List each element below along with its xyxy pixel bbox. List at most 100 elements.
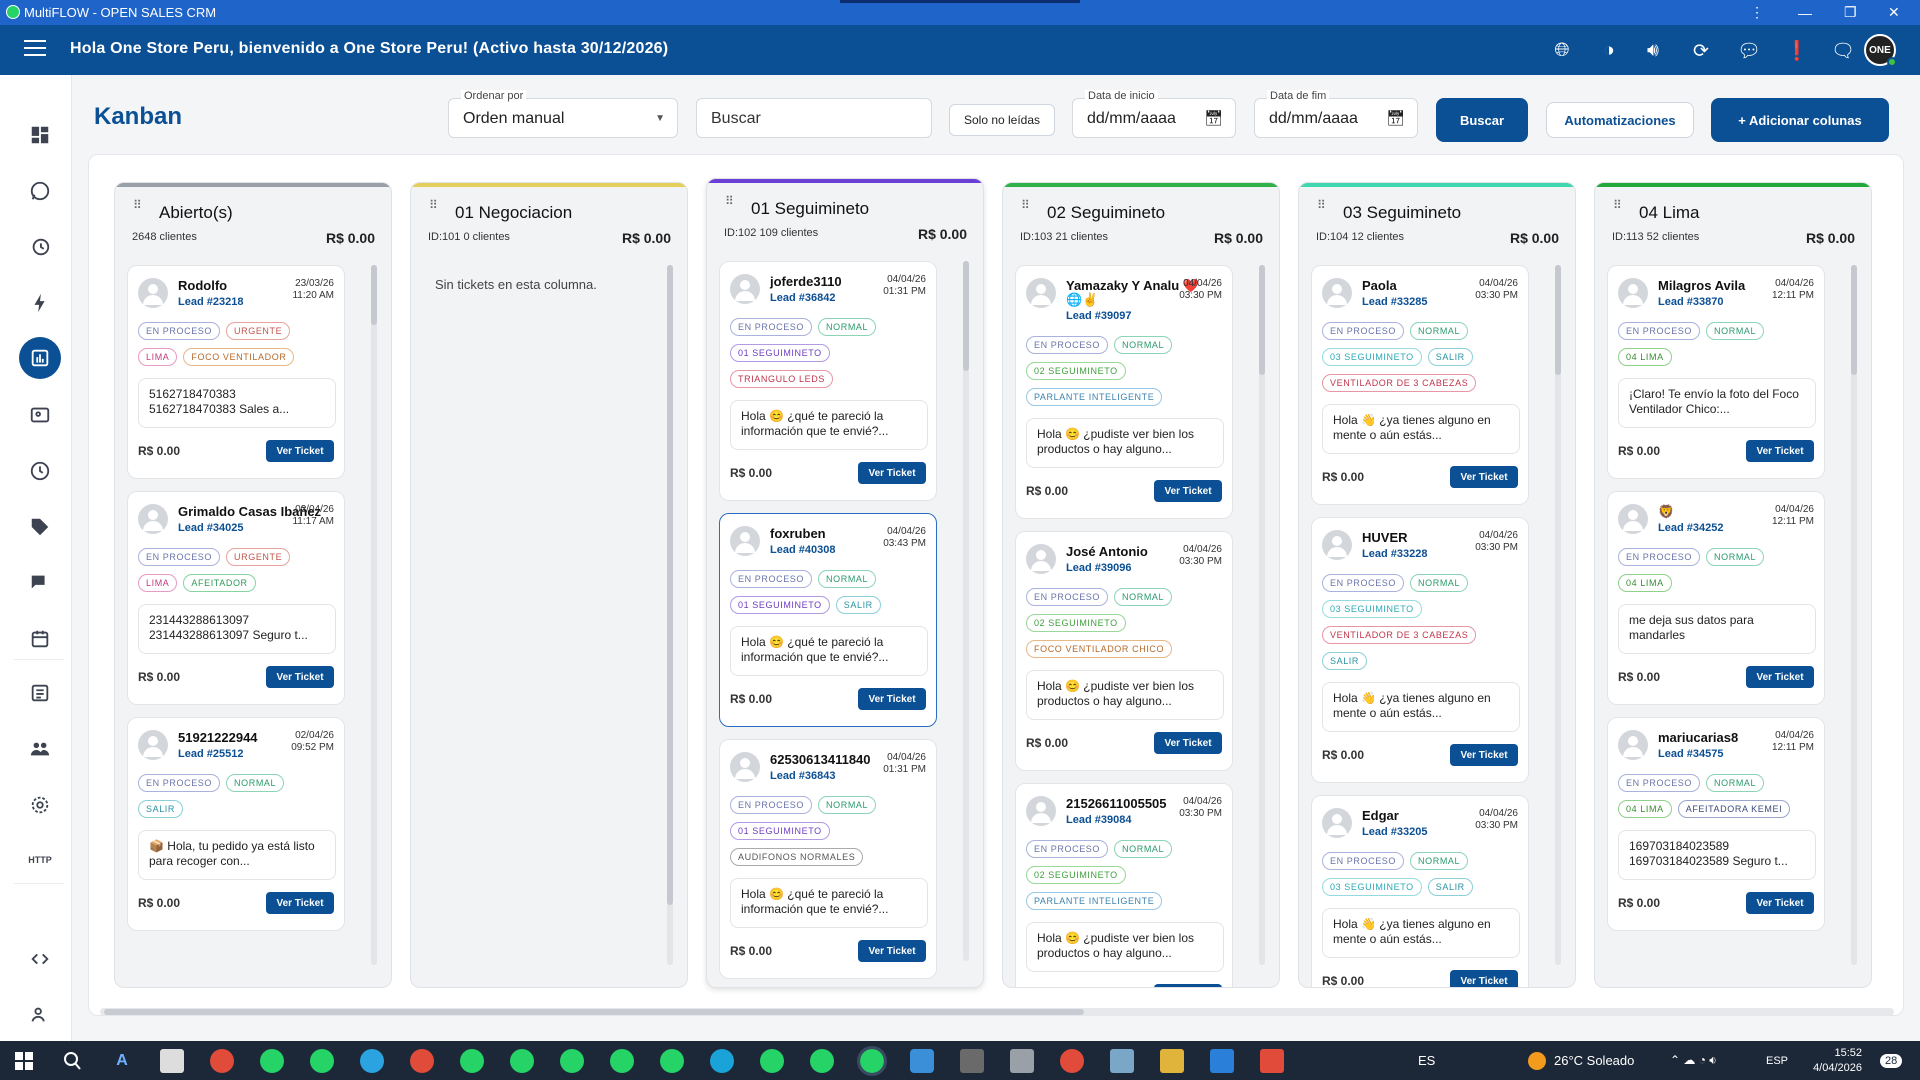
close-button[interactable]: ✕ bbox=[1888, 0, 1900, 25]
ticket-card[interactable]: Milagros Avila Lead #33870 04/04/26 12:11 P… bbox=[1607, 265, 1825, 479]
team-icon[interactable] bbox=[22, 997, 58, 1033]
drag-handle-icon[interactable]: ⠿ bbox=[429, 199, 438, 217]
add-columns-button[interactable]: + Adicionar colunas bbox=[1711, 98, 1889, 142]
ticket-card[interactable]: Paola Lead #33285 04/04/26 03:30 PM EN PROCE… bbox=[1311, 265, 1529, 505]
refresh-icon[interactable]: ⟳ bbox=[1688, 38, 1714, 64]
ver-ticket-button[interactable]: Ver Ticket bbox=[858, 688, 926, 710]
column-scrollbar[interactable] bbox=[1259, 265, 1265, 965]
drag-handle-icon[interactable]: ⠿ bbox=[1317, 199, 1326, 217]
ticket-card[interactable]: 21526611005505 Lead #39084 04/04/26 03:30 P… bbox=[1015, 783, 1233, 987]
ime-indicator[interactable]: ESP bbox=[1766, 1041, 1788, 1080]
whatsapp-app-icon[interactable] bbox=[510, 1049, 534, 1073]
whatsapp-app-icon[interactable] bbox=[460, 1049, 484, 1073]
users-icon[interactable] bbox=[22, 731, 58, 767]
column-scrollbar-thumb[interactable] bbox=[1259, 265, 1265, 375]
flash-icon[interactable] bbox=[22, 285, 58, 321]
input-language[interactable]: ES bbox=[1418, 1041, 1435, 1080]
whatsapp-app-icon[interactable] bbox=[260, 1049, 284, 1073]
minimize-button[interactable]: — bbox=[1798, 0, 1812, 25]
whatsapp-app-icon[interactable] bbox=[760, 1049, 784, 1073]
ver-ticket-button[interactable]: Ver Ticket bbox=[1450, 466, 1518, 488]
history-icon[interactable] bbox=[22, 229, 58, 265]
http-icon[interactable]: HTTP bbox=[22, 842, 58, 878]
ver-ticket-button[interactable]: Ver Ticket bbox=[1746, 892, 1814, 914]
theme-toggle-icon[interactable]: ◑ bbox=[1596, 38, 1622, 64]
contacts-icon[interactable] bbox=[22, 397, 58, 433]
volume-icon[interactable]: 🔊︎ bbox=[1640, 38, 1666, 64]
calendar-icon[interactable] bbox=[22, 621, 58, 657]
whatsapp-app-icon[interactable] bbox=[560, 1049, 584, 1073]
whatsapp-app-icon[interactable] bbox=[610, 1049, 634, 1073]
code-icon[interactable] bbox=[22, 941, 58, 977]
messages-icon[interactable]: 🗨︎ bbox=[1830, 38, 1856, 64]
whatsapp-icon[interactable] bbox=[22, 173, 58, 209]
store-icon[interactable] bbox=[910, 1049, 934, 1073]
start-date-input[interactable]: Data de inicio dd/mm/aaaa 📅︎ bbox=[1072, 90, 1236, 138]
hamburger-menu-icon[interactable] bbox=[24, 40, 46, 56]
column-scrollbar[interactable] bbox=[1851, 265, 1857, 965]
chrome-icon[interactable] bbox=[1060, 1049, 1084, 1073]
unread-only-button[interactable]: Solo no leídas bbox=[949, 104, 1055, 136]
horizontal-scrollbar[interactable] bbox=[100, 1008, 1894, 1016]
ver-ticket-button[interactable]: Ver Ticket bbox=[1154, 480, 1222, 502]
ticket-card[interactable]: 🦁 Lead #34252 04/04/26 12:11 PM EN PROCESO NO… bbox=[1607, 491, 1825, 705]
ver-ticket-button[interactable]: Ver Ticket bbox=[1746, 440, 1814, 462]
telegram-icon[interactable] bbox=[360, 1049, 384, 1073]
ver-ticket-button[interactable]: Ver Ticket bbox=[858, 940, 926, 962]
weather-widget[interactable]: 26°C Soleado bbox=[1528, 1041, 1634, 1080]
column-scrollbar[interactable] bbox=[667, 265, 673, 965]
column-scrollbar[interactable] bbox=[371, 265, 377, 965]
settings-icon[interactable] bbox=[22, 787, 58, 823]
photos-icon[interactable] bbox=[160, 1049, 184, 1073]
ver-ticket-button[interactable]: Ver Ticket bbox=[266, 666, 334, 688]
order-select[interactable]: Ordenar por Orden manual ▼ bbox=[448, 90, 678, 138]
ticket-card[interactable]: 62530613411840 Lead #36843 04/04/26 01:31 P… bbox=[719, 739, 937, 979]
drag-handle-icon[interactable]: ⠿ bbox=[133, 199, 142, 217]
whatsapp-app-icon[interactable] bbox=[810, 1049, 834, 1073]
column-scrollbar[interactable] bbox=[1555, 265, 1561, 965]
whatsapp-app-icon[interactable] bbox=[310, 1049, 334, 1073]
ticket-card[interactable]: joferde3110 Lead #36842 04/04/26 01:31 PM EN… bbox=[719, 261, 937, 501]
schedule-icon[interactable] bbox=[22, 453, 58, 489]
ticket-card[interactable]: Edgar Lead #33205 04/04/26 03:30 PM EN PROCE… bbox=[1311, 795, 1529, 987]
more-options-icon[interactable]: ⋮ bbox=[1750, 0, 1764, 25]
end-date-input[interactable]: Data de fim dd/mm/aaaa 📅︎ bbox=[1254, 90, 1418, 138]
ticket-card[interactable]: Yamazaky Y Analu ❤️ 🌐✌️ Lead #39097 04/04/2… bbox=[1015, 265, 1233, 519]
alert-icon[interactable]: ❗ bbox=[1784, 38, 1810, 64]
app-c-icon[interactable] bbox=[710, 1049, 734, 1073]
clock[interactable]: 15:52 4/04/2026 bbox=[1806, 1041, 1862, 1080]
ticket-card[interactable]: mariucarias8 Lead #34575 04/04/26 12:11 PM E… bbox=[1607, 717, 1825, 931]
chrome-icon[interactable] bbox=[210, 1049, 234, 1073]
ver-ticket-button[interactable]: Ver Ticket bbox=[266, 440, 334, 462]
image-viewer-icon[interactable] bbox=[960, 1049, 984, 1073]
column-scrollbar-thumb[interactable] bbox=[371, 265, 377, 325]
ver-ticket-button[interactable]: Ver Ticket bbox=[1154, 732, 1222, 754]
drag-handle-icon[interactable]: ⠿ bbox=[1613, 199, 1622, 217]
calendar-icon[interactable]: 📅︎ bbox=[1204, 109, 1223, 127]
calculator-icon[interactable] bbox=[1010, 1049, 1034, 1073]
column-scrollbar-thumb[interactable] bbox=[1851, 265, 1857, 375]
ticket-card[interactable]: 51921222944 Lead #25512 02/04/26 09:52 PM EN… bbox=[127, 717, 345, 931]
chat-icon[interactable]: 💬︎ bbox=[1736, 38, 1762, 64]
vscode-icon[interactable] bbox=[1210, 1049, 1234, 1073]
search-button[interactable]: Buscar bbox=[1436, 98, 1528, 142]
chat-bubbles-icon[interactable] bbox=[22, 565, 58, 601]
calendar-icon[interactable]: 📅︎ bbox=[1386, 109, 1405, 127]
ticket-card[interactable]: foxruben Lead #40308 04/04/26 03:43 PM EN PR… bbox=[719, 513, 937, 727]
ticket-card[interactable]: Rodolfo Lead #23218 23/03/26 11:20 AM EN PRO… bbox=[127, 265, 345, 479]
ticket-card[interactable]: Grimaldo Casas Ibañez Lead #34025 02/04/26… bbox=[127, 491, 345, 705]
horizontal-scrollbar-thumb[interactable] bbox=[104, 1009, 1084, 1015]
kanban-icon[interactable] bbox=[19, 337, 61, 379]
maximize-button[interactable]: ❐ bbox=[1844, 0, 1857, 25]
search-icon[interactable] bbox=[60, 1049, 84, 1073]
user-avatar[interactable]: ONE bbox=[1864, 34, 1897, 67]
column-scrollbar-thumb[interactable] bbox=[667, 265, 673, 905]
whatsapp-app-icon[interactable] bbox=[660, 1049, 684, 1073]
notepad-icon[interactable] bbox=[1110, 1049, 1134, 1073]
chrome-icon[interactable] bbox=[410, 1049, 434, 1073]
ver-ticket-button[interactable]: Ver Ticket bbox=[266, 892, 334, 914]
ticket-card[interactable]: José Antonio Lead #39096 04/04/26 03:30 PM E… bbox=[1015, 531, 1233, 771]
ver-ticket-button[interactable]: Ver Ticket bbox=[1450, 744, 1518, 766]
list-icon[interactable] bbox=[22, 675, 58, 711]
column-scrollbar-thumb[interactable] bbox=[1555, 265, 1561, 375]
